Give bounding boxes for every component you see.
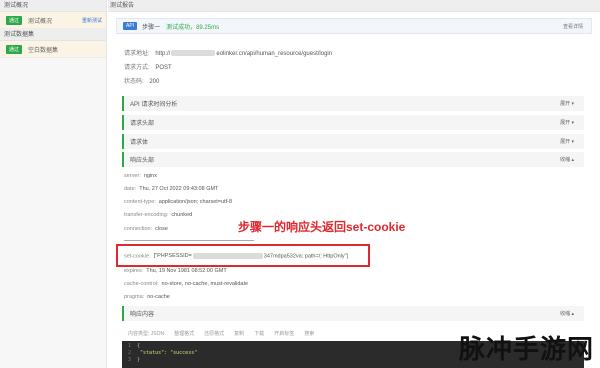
header-value: Thu, 27 Oct 2022 09:43:08 GMT (139, 186, 219, 192)
header-key: cache-control: (124, 281, 159, 287)
section-label: 请求头部 (130, 121, 155, 127)
expand-toggle[interactable]: 展开 ▾ (560, 138, 574, 145)
header-row: transfer-encoding: chunked (124, 212, 192, 218)
header-row: pragma: no-cache (124, 294, 170, 300)
header-row: server: nginx (124, 173, 157, 179)
section-response-headers[interactable]: 响应头部 收缩 ▴ (122, 152, 584, 167)
summary-label: 测试概况 (28, 18, 53, 25)
api-badge: API (123, 22, 138, 30)
request-method-label: 请求方式: (124, 65, 150, 71)
report-title: 测试报告 (108, 0, 600, 12)
header-key: connection: (124, 226, 153, 232)
dataset-row[interactable]: 通过 空白数据集 (0, 41, 106, 58)
section-request-body[interactable]: 请求体 展开 ▾ (122, 134, 584, 149)
watermark-text: 脉冲手游网 (458, 334, 594, 364)
header-value: nginx (143, 173, 157, 179)
blurred-line (124, 240, 254, 241)
section-label: API 请求时间分析 (130, 102, 178, 108)
highlight-box (116, 244, 370, 267)
header-key: expires: (124, 268, 144, 274)
header-value: chunked (171, 212, 193, 218)
line-number: 1 (128, 343, 132, 349)
collapse-toggle[interactable]: 收缩 ▴ (560, 310, 574, 317)
section-request-headers[interactable]: 请求头部 展开 ▾ (122, 115, 584, 130)
copy-button[interactable]: 复制 (234, 330, 244, 337)
content-type-select[interactable]: 内容类型: JSON (128, 330, 164, 337)
request-url-prefix: http:// (155, 51, 171, 57)
section-label: 响应头部 (130, 158, 155, 164)
request-method-row: 请求方式: POST (124, 62, 172, 71)
view-detail-link[interactable]: 查看详情 (563, 23, 583, 30)
header-key: date: (124, 186, 137, 192)
line-number: 3 (128, 357, 132, 363)
header-row: content-type: application/json; charset=u… (124, 199, 232, 205)
request-url-suffix: eolinker.cn/api/human_resource/guest/log… (216, 51, 333, 57)
dataset-section-title: 测试数据集 (0, 29, 106, 41)
header-row: cache-control: no-store, no-cache, must-r… (124, 281, 248, 287)
header-key: content-type: (124, 199, 156, 205)
dataset-label: 空白数据集 (28, 47, 59, 54)
line-text: } (137, 357, 141, 363)
header-value: no-store, no-cache, must-revalidate (161, 281, 249, 287)
step-bar[interactable]: API 步骤一 测试成功，89.25ms 查看详情 (116, 18, 592, 34)
line-number: 2 (128, 350, 132, 356)
download-button[interactable]: 下载 (254, 330, 264, 337)
section-label: 响应内容 (130, 312, 155, 318)
header-value: application/json; charset=utf-8 (158, 199, 233, 205)
header-row: expires: Thu, 19 Nov 1981 08:52:00 GMT (124, 268, 227, 274)
annotation-text: 步骤一的响应头返回set-cookie (238, 220, 406, 234)
header-key: pragma: (124, 294, 145, 300)
header-key: transfer-encoding: (124, 212, 169, 218)
search-button[interactable]: 搜索 (304, 330, 314, 337)
format-button[interactable]: 整理格式 (174, 330, 194, 337)
section-timing[interactable]: API 请求时间分析 展开 ▾ (122, 96, 584, 111)
left-panel: 测试概况 通过 测试概况 重新测试 测试数据集 通过 空白数据集 (0, 0, 107, 368)
watermark-logo: 脉冲手游网 (459, 329, 594, 366)
header-value: close (155, 226, 168, 232)
open-tab-button[interactable]: 开启标签 (274, 330, 294, 337)
request-url-row: 请求地址: http:// eolinker.cn/api/human_resou… (124, 48, 332, 57)
header-row: connection: close (124, 226, 168, 232)
request-method-value: POST (155, 65, 172, 71)
step-label: 步骤一 (142, 24, 161, 31)
expand-toggle[interactable]: 展开 ▾ (560, 100, 574, 107)
expand-toggle[interactable]: 展开 ▾ (560, 119, 574, 126)
section-response-body[interactable]: 响应内容 收缩 ▴ (122, 306, 584, 321)
status-code-row: 状态码: 200 (124, 76, 159, 85)
request-url-label: 请求地址: (124, 51, 150, 57)
header-key: server: (124, 173, 141, 179)
summary-row[interactable]: 通过 测试概况 重新测试 (0, 12, 106, 29)
header-value: Thu, 19 Nov 1981 08:52:00 GMT (146, 268, 227, 274)
retest-link[interactable]: 重新测试 (82, 17, 102, 24)
pass-badge: 通过 (6, 44, 23, 54)
collapse-toggle[interactable]: 收缩 ▴ (560, 156, 574, 163)
line-text: { (137, 343, 141, 349)
restore-format-button[interactable]: 还原格式 (204, 330, 224, 337)
status-code-label: 状态码: (124, 79, 144, 85)
step-status: 测试成功，89.25ms (166, 24, 220, 31)
status-code-value: 200 (149, 79, 160, 85)
header-value: no-cache (147, 294, 170, 300)
pass-badge: 通过 (6, 15, 23, 25)
section-label: 请求体 (130, 140, 149, 146)
line-text: "status": "success" (137, 350, 198, 356)
header-row: date: Thu, 27 Oct 2022 09:43:08 GMT (124, 186, 218, 192)
redacted-blur (171, 50, 216, 57)
summary-section-title: 测试概况 (0, 0, 106, 12)
